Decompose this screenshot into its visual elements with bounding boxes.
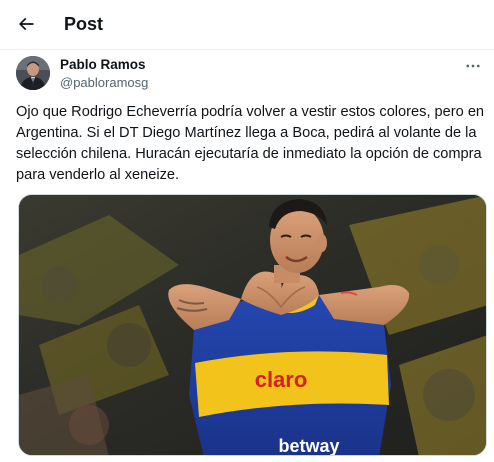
post-image[interactable]: claro betway (18, 194, 487, 456)
back-button[interactable] (10, 8, 42, 40)
more-options-button[interactable] (460, 56, 486, 76)
sponsor-claro: claro (255, 367, 308, 392)
author-handle[interactable]: @pabloramosg (60, 75, 148, 90)
more-horizontal-icon (466, 64, 480, 68)
post-text: Ojo que Rodrigo Echeverría podría volver… (16, 104, 488, 183)
sponsor-betway: betway (278, 436, 339, 456)
top-bar: Post (0, 0, 494, 50)
arrow-left-icon (18, 17, 34, 31)
avatar[interactable] (16, 56, 50, 90)
author-name[interactable]: Pablo Ramos (60, 57, 146, 72)
page-title: Post (64, 14, 104, 34)
post-author: Pablo Ramos @pabloramosg (16, 56, 486, 96)
